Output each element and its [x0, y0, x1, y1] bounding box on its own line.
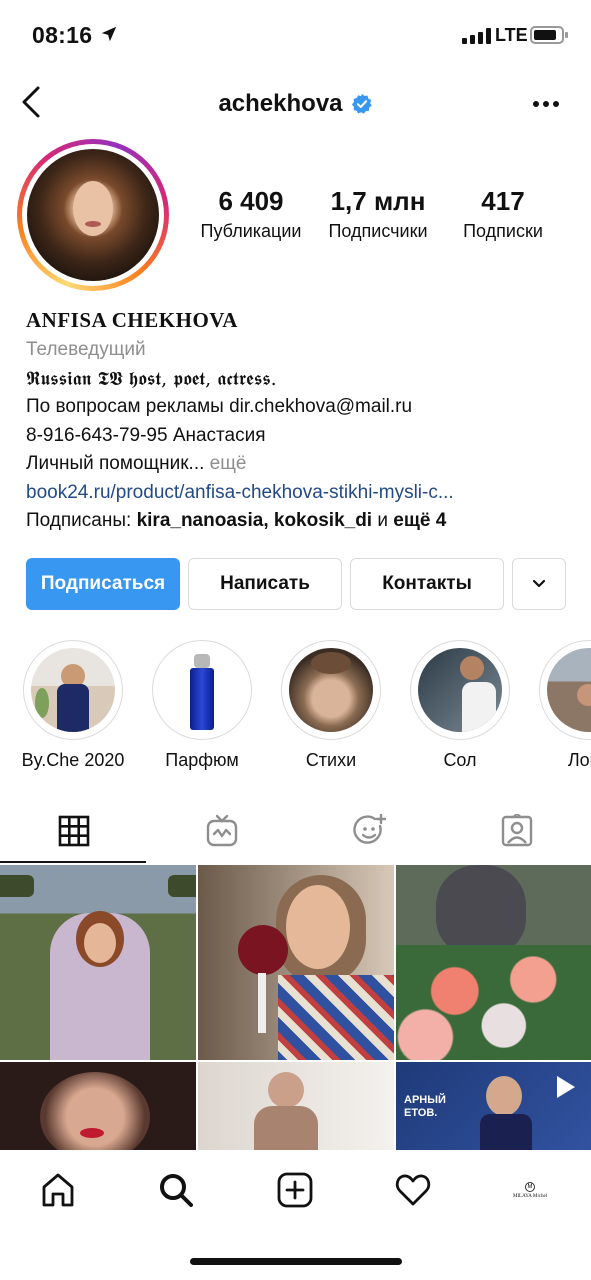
post-thumbnail[interactable] [198, 865, 394, 1060]
stat-posts-value: 6 409 [218, 186, 284, 216]
post-thumbnail[interactable] [0, 1062, 196, 1150]
highlight-cover-image [160, 648, 244, 732]
stat-followers[interactable]: 1,7 млн Подписчики [316, 186, 440, 242]
location-arrow-icon [101, 26, 117, 42]
highlight-item[interactable]: Парфюм [142, 640, 262, 771]
bio-line-2: По вопросам рекламы dir.chekhova@mail.ru [26, 396, 413, 417]
username-title: achekhova [218, 90, 343, 117]
tab-tagged[interactable] [443, 800, 591, 862]
highlight-label: By.Che 2020 [21, 750, 125, 770]
followed-by-users[interactable]: kira_nanoasia, kokosik_di [137, 510, 373, 531]
stat-followers-label: Подписчики [328, 221, 428, 241]
post-overlay-text: АРНЫЙ ЕТОВ. [404, 1094, 446, 1119]
add-icon [277, 1172, 313, 1208]
bio-line-4: Личный помощник... ещё [26, 450, 571, 479]
message-button[interactable]: Написать [188, 558, 342, 610]
nav-search[interactable] [152, 1166, 200, 1214]
highlight-item[interactable]: Лонд [529, 640, 591, 771]
highlight-item[interactable]: Стихи [271, 640, 391, 771]
bio-website-link[interactable]: book24.ru/product/anfisa-chekhova-stikhi… [26, 479, 571, 508]
followed-by[interactable]: Подписаны: kira_nanoasia, kokosik_di и е… [26, 507, 571, 536]
profile-avatar: M MILAYA Michel [510, 1170, 550, 1210]
profile-tabs [0, 800, 591, 864]
followed-by-prefix: Подписаны: [26, 510, 137, 531]
suggested-accounts-button[interactable] [512, 558, 566, 610]
profile-category: Телеведущий [26, 339, 146, 360]
network-label: LTE [495, 25, 528, 45]
tagged-icon [501, 814, 533, 847]
post-thumbnail[interactable]: АРНЫЙ ЕТОВ. [396, 1062, 591, 1150]
post-thumbnail[interactable] [198, 1062, 394, 1150]
nav-activity[interactable] [389, 1166, 437, 1214]
highlight-cover-image [418, 648, 502, 732]
home-icon [42, 1173, 74, 1207]
stat-posts[interactable]: 6 409 Публикации [192, 186, 310, 242]
more-options-icon[interactable] [530, 92, 562, 116]
chevron-down-icon [532, 579, 546, 588]
highlight-cover-image [289, 648, 373, 732]
home-indicator [190, 1258, 402, 1265]
profile-header: achekhova [0, 72, 591, 138]
tab-igtv[interactable] [148, 800, 296, 862]
profile-actions: Подписаться Написать Контакты [26, 558, 566, 610]
stat-posts-label: Публикации [200, 221, 302, 241]
story-highlights: By.Che 2020 Парфюм Стихи Сол Лонд [0, 640, 591, 780]
bio-more-link[interactable]: ещё [204, 453, 247, 474]
tab-reels[interactable] [296, 800, 444, 862]
stat-following[interactable]: 417 Подписки [446, 186, 560, 242]
profile-avatar-text: MILAYA Michel [512, 1193, 548, 1199]
status-bar: 08:16 LTE [0, 0, 591, 72]
stat-followers-value: 1,7 млн [330, 186, 426, 216]
stat-following-label: Подписки [463, 221, 543, 241]
highlight-label: Сол [443, 750, 477, 770]
nav-home[interactable] [34, 1166, 82, 1214]
reels-icon [353, 814, 387, 844]
battery-icon [530, 26, 568, 44]
tab-posts-grid[interactable] [0, 800, 148, 862]
followed-by-and: и [372, 510, 394, 531]
igtv-icon [206, 814, 238, 847]
follow-button[interactable]: Подписаться [26, 558, 180, 610]
video-play-icon [557, 1076, 575, 1098]
search-icon [160, 1174, 193, 1207]
nav-profile[interactable]: M MILAYA Michel [506, 1166, 554, 1214]
nav-new-post[interactable] [271, 1166, 319, 1214]
posts-grid: АРНЫЙ ЕТОВ. [0, 865, 591, 1150]
highlight-label: Стихи [305, 750, 357, 770]
profile-photo [27, 149, 159, 281]
status-time: 08:16 [32, 22, 93, 48]
highlight-label: Лонд [567, 750, 591, 770]
post-thumbnail[interactable] [0, 865, 196, 1060]
highlight-cover-image [31, 648, 115, 732]
followed-by-more[interactable]: ещё 4 [393, 510, 446, 531]
signal-icon [462, 28, 491, 44]
stat-following-value: 417 [481, 186, 525, 216]
profile-name: ANFISA CHEKHOVA [26, 308, 238, 332]
highlight-cover-image [547, 648, 591, 732]
bio-line-1: 𝕽𝖚𝖘𝖘𝖎𝖆𝖓 𝕿𝖁 𝖍𝖔𝖘𝖙, 𝖕𝖔𝖊𝖙, 𝖆𝖈𝖙𝖗𝖊𝖘𝖘. [26, 367, 277, 390]
heart-icon [395, 1174, 431, 1206]
bio-line-4-text: Личный помощник... [26, 453, 205, 474]
highlight-item[interactable]: Сол [400, 640, 520, 771]
bio-line-3: 8-916-643-79-95 Анастасия [26, 424, 266, 446]
profile-bio: ANFISA CHEKHOVA Телеведущий 𝕽𝖚𝖘𝖘𝖎𝖆𝖓 𝕿𝖁 𝖍… [26, 306, 571, 536]
highlight-item[interactable]: By.Che 2020 [13, 640, 133, 771]
grid-icon [58, 815, 90, 847]
highlight-label: Парфюм [165, 750, 239, 770]
profile-avatar-story-ring[interactable] [17, 139, 169, 291]
verified-badge-icon [351, 93, 372, 114]
active-tab-indicator [0, 861, 146, 863]
post-thumbnail[interactable] [396, 865, 591, 1060]
contacts-button[interactable]: Контакты [350, 558, 504, 610]
